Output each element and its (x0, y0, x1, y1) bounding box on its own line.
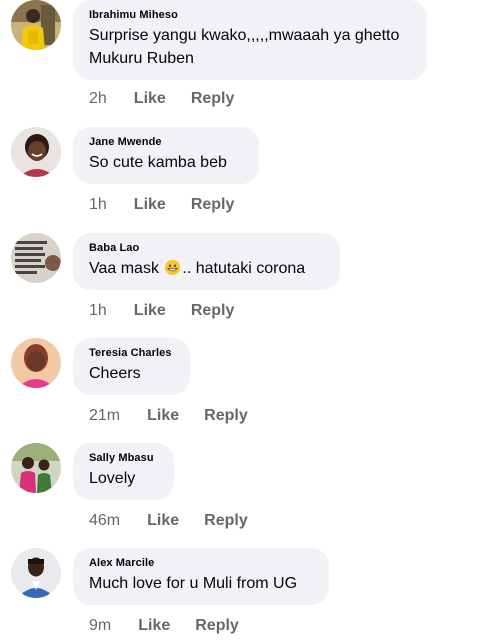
comment-author[interactable]: Baba Lao (89, 241, 324, 255)
reply-button[interactable]: Reply (191, 196, 235, 214)
comment-time[interactable]: 1h (89, 302, 107, 320)
comment-text: Much love for u Muli from UG (89, 575, 298, 592)
reply-button[interactable]: Reply (204, 407, 248, 425)
comment-bubble: Ibrahimu Miheso Surprise yangu kwako,,,,… (73, 0, 427, 80)
comment-time[interactable]: 1h (89, 196, 107, 214)
comment-bubble: Sally Mbasu Lovely (73, 443, 174, 500)
comment-actions: 1h Like Reply (89, 196, 234, 214)
reply-button[interactable]: Reply (191, 302, 235, 320)
comment-actions: 2h Like Reply (89, 90, 234, 108)
comment-time[interactable]: 9m (89, 617, 111, 635)
comment-bubble: Teresia Charles Cheers (73, 338, 190, 395)
avatar[interactable] (11, 233, 61, 283)
like-button[interactable]: Like (134, 90, 166, 108)
like-button[interactable]: Like (147, 407, 179, 425)
avatar[interactable] (11, 0, 61, 50)
comment-actions: 46m Like Reply (89, 512, 248, 530)
comment-actions: 21m Like Reply (89, 407, 248, 425)
comment-bubble: Alex Marcile Much love for u Muli from U… (73, 548, 329, 605)
grinning-face-emoji-icon (165, 259, 181, 276)
comment-text: Vaa mask .. hatutaki corona (89, 259, 306, 277)
like-button[interactable]: Like (138, 617, 170, 635)
reply-button[interactable]: Reply (191, 90, 235, 108)
comment-time[interactable]: 2h (89, 90, 107, 108)
comment-text: So cute kamba beb (89, 154, 227, 171)
comment-text: Surprise yangu kwako,,,,,mwaaah ya ghett… (89, 27, 400, 67)
like-button[interactable]: Like (134, 302, 166, 320)
comment-time[interactable]: 46m (89, 512, 120, 530)
avatar[interactable] (11, 338, 61, 388)
comment-text: Cheers (89, 365, 141, 382)
comment-bubble: Jane Mwende So cute kamba beb (73, 127, 259, 184)
comment-author[interactable]: Teresia Charles (89, 346, 174, 360)
comment-author[interactable]: Alex Marcile (89, 556, 313, 570)
like-button[interactable]: Like (147, 512, 179, 530)
comment-author[interactable]: Jane Mwende (89, 135, 243, 149)
avatar[interactable] (11, 548, 61, 598)
avatar[interactable] (11, 127, 61, 177)
like-button[interactable]: Like (134, 196, 166, 214)
comment-bubble: Baba Lao Vaa mask .. hatutaki corona (73, 233, 340, 290)
avatar[interactable] (11, 443, 61, 493)
reply-button[interactable]: Reply (195, 617, 239, 635)
comment-actions: 1h Like Reply (89, 302, 234, 320)
comment-author[interactable]: Ibrahimu Miheso (89, 8, 411, 22)
comment-actions: 9m Like Reply (89, 617, 239, 635)
comment-time[interactable]: 21m (89, 407, 120, 425)
comments-list: Ibrahimu Miheso Surprise yangu kwako,,,,… (0, 0, 480, 642)
comment-author[interactable]: Sally Mbasu (89, 451, 158, 465)
reply-button[interactable]: Reply (204, 512, 248, 530)
comment-text: Lovely (89, 470, 136, 487)
